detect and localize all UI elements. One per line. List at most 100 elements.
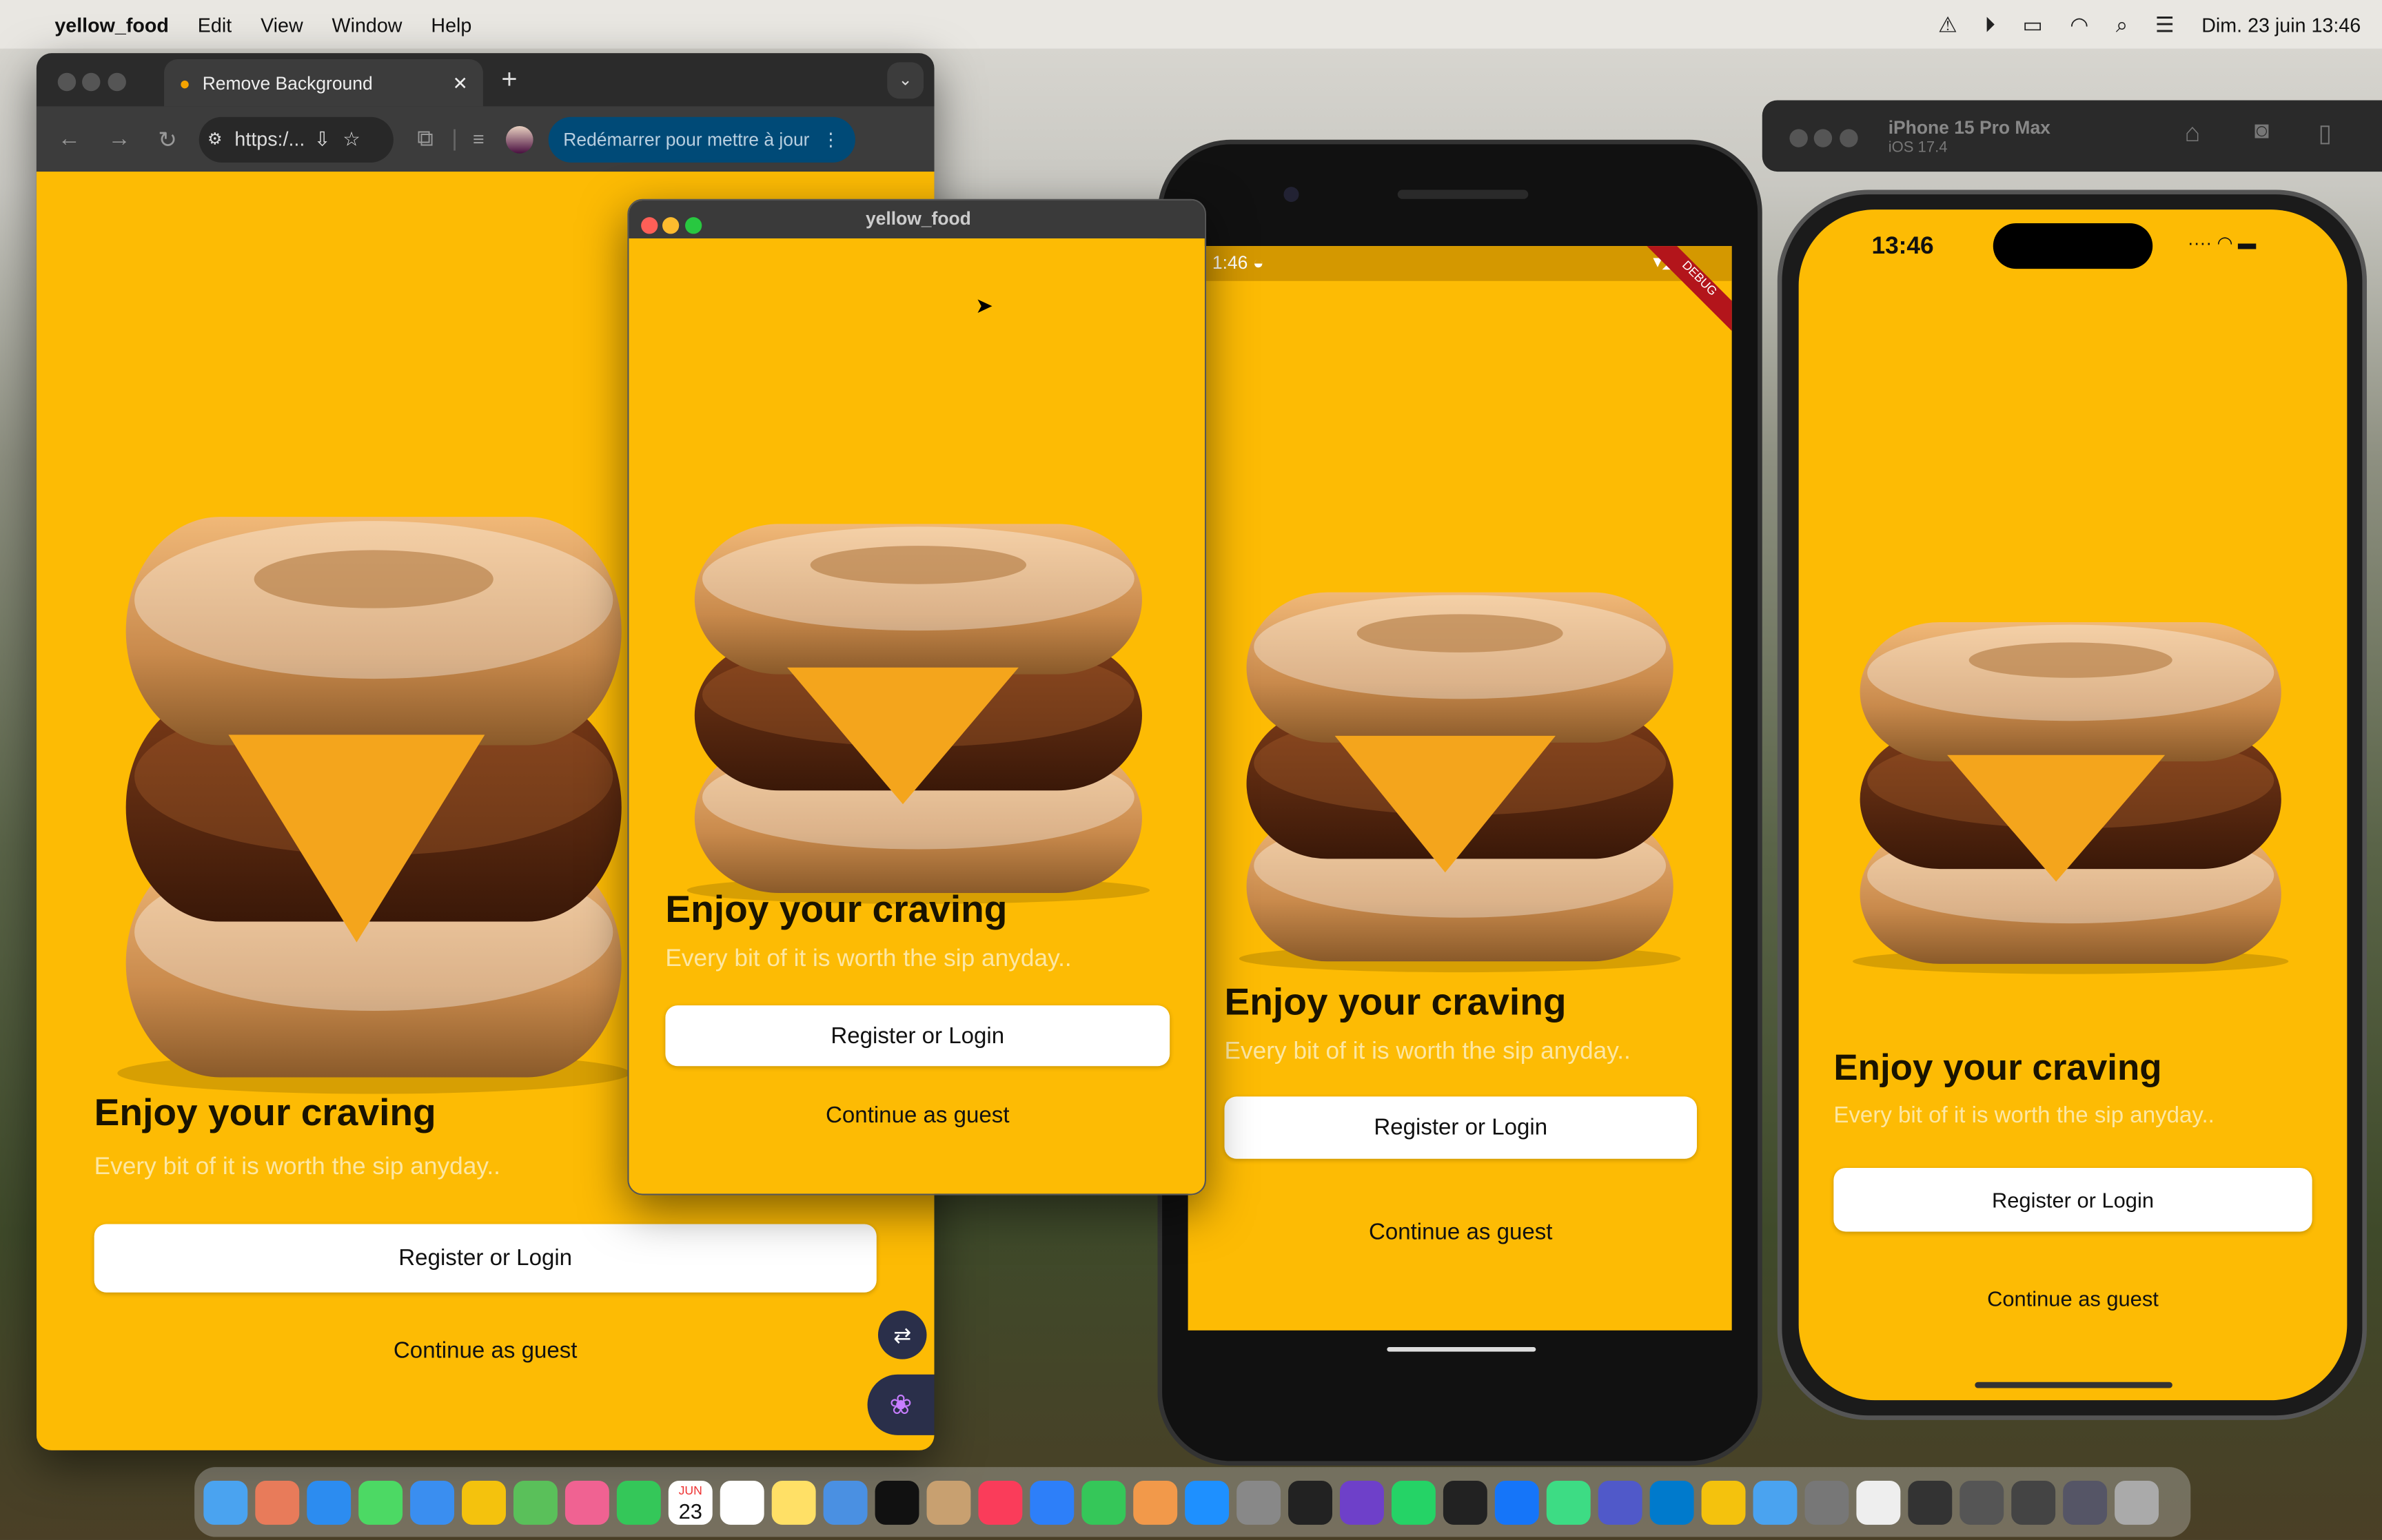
new-tab-icon[interactable]: + — [501, 64, 517, 96]
dock-pages-icon[interactable] — [1133, 1479, 1178, 1524]
more-icon[interactable]: ⋮ — [822, 128, 839, 150]
dock-window3-icon[interactable] — [2011, 1479, 2056, 1524]
dock-window1-icon[interactable] — [1908, 1479, 1953, 1524]
dock-apple-tv-icon[interactable] — [875, 1479, 919, 1524]
dock-launchpad-icon[interactable] — [255, 1479, 300, 1524]
dock-calendar-icon[interactable]: JUN 23 — [668, 1479, 713, 1524]
play-icon[interactable]: ⏵ — [1984, 12, 1995, 37]
menu-datetime[interactable]: Dim. 23 juin 13:46 — [2201, 13, 2361, 36]
battery-charging-icon[interactable]: ▭ — [2022, 12, 2042, 37]
restart-update-button[interactable]: Redémarrer pour mettre à jour ⋮ — [548, 116, 855, 162]
dock-keynote-icon[interactable] — [1030, 1479, 1075, 1524]
simulator-os-version: iOS 17.4 — [1888, 139, 1948, 157]
continue-guest-button[interactable]: Continue as guest — [665, 1102, 1170, 1128]
media-icon[interactable]: ≡ — [473, 127, 485, 150]
docker-icon[interactable]: ⚠ — [1938, 12, 1957, 37]
dock-notes-icon[interactable] — [771, 1479, 816, 1524]
dock-safari-icon[interactable] — [307, 1479, 352, 1524]
dock-app-store-icon[interactable] — [1185, 1479, 1230, 1524]
register-login-button[interactable]: Register or Login — [665, 1005, 1170, 1067]
bookmark-star-icon[interactable]: ☆ — [343, 127, 360, 151]
dock-window4-icon[interactable] — [2063, 1479, 2108, 1524]
dock-terminal-icon[interactable] — [1288, 1479, 1332, 1524]
site-settings-icon[interactable]: ⚙ — [207, 129, 223, 149]
dock-reminders-icon[interactable] — [720, 1479, 764, 1524]
dock-github-desktop-icon[interactable] — [1340, 1479, 1384, 1524]
close-tab-icon[interactable]: ✕ — [453, 72, 468, 94]
continue-guest-button[interactable]: Continue as guest — [1225, 1220, 1697, 1245]
brain-assistant-icon[interactable]: ❀ — [867, 1374, 935, 1435]
dock-xcode-icon[interactable] — [1494, 1479, 1539, 1524]
register-login-button[interactable]: Register or Login — [1224, 1096, 1697, 1159]
dock-chrome-icon[interactable] — [462, 1479, 506, 1524]
menu-window[interactable]: Window — [332, 13, 403, 36]
dock-numbers-icon[interactable] — [1081, 1479, 1126, 1524]
back-icon[interactable]: ← — [58, 126, 81, 152]
tab-remove-background[interactable]: ● Remove Background ✕ — [164, 59, 483, 107]
dock-android-studio-icon[interactable] — [1546, 1479, 1591, 1524]
menu-edit[interactable]: Edit — [198, 13, 232, 36]
rotate-icon[interactable]: ▯ — [2318, 119, 2331, 149]
control-center-icon[interactable]: ☰ — [2155, 12, 2175, 37]
dock-window2-icon[interactable] — [1959, 1479, 2004, 1524]
dock-mail-icon[interactable] — [410, 1479, 455, 1524]
dock-teams-icon[interactable] — [1598, 1479, 1642, 1524]
dock-document-icon[interactable] — [1856, 1479, 1901, 1524]
android-screen: 1:46 ◒ ▾◢▮ DEBUG Enjoy your craving Ever… — [1188, 246, 1732, 1331]
dock-downloads-icon[interactable] — [1753, 1479, 1798, 1524]
continue-guest-button[interactable]: Continue as guest — [94, 1338, 877, 1364]
heading: Enjoy your craving — [665, 888, 1008, 932]
dock-contacts-icon[interactable] — [926, 1479, 971, 1524]
extensions-icon[interactable]: ⧉ — [417, 126, 434, 152]
dock-help-icon[interactable] — [1804, 1479, 1849, 1524]
heading: Enjoy your craving — [1224, 981, 1567, 1024]
wifi-icon[interactable]: ◠ — [2070, 12, 2088, 37]
dock-vscode-icon[interactable] — [1649, 1479, 1694, 1524]
home-icon[interactable]: ⌂ — [2184, 119, 2200, 149]
tab-list-chevron-icon[interactable]: ⌄ — [887, 62, 924, 99]
dock-freeform-icon[interactable] — [823, 1479, 868, 1524]
window-title: yellow_food — [865, 207, 971, 229]
home-indicator[interactable] — [1975, 1382, 2172, 1388]
home-indicator[interactable] — [1387, 1347, 1536, 1352]
register-login-button[interactable]: Register or Login — [1833, 1167, 2312, 1232]
subtitle: Every bit of it is worth the sip anyday.… — [94, 1154, 500, 1180]
translate-icon[interactable]: ⇄ — [877, 1311, 927, 1359]
dock: JUN 23 — [194, 1467, 2191, 1537]
burger-image — [100, 475, 647, 1098]
forward-icon[interactable]: → — [108, 126, 130, 152]
dock-finder-icon[interactable] — [203, 1479, 248, 1524]
menu-app-name[interactable]: yellow_food — [54, 13, 169, 36]
reload-icon[interactable]: ↻ — [158, 125, 177, 152]
window-controls[interactable] — [57, 72, 126, 99]
window-controls[interactable] — [1789, 127, 1858, 155]
dock-whatsapp-icon[interactable] — [1391, 1479, 1436, 1524]
dock-trash-icon[interactable] — [2115, 1479, 2159, 1524]
dock-photos-icon[interactable] — [564, 1479, 609, 1524]
avatar[interactable] — [505, 125, 533, 153]
tab-title: Remove Background — [202, 72, 373, 94]
dock-flutter-app-icon[interactable] — [1701, 1479, 1746, 1524]
burger-image — [1225, 565, 1696, 975]
desktop-app-window: yellow_food ➤ Enjoy your craving Every b… — [627, 198, 1207, 1195]
menu-view[interactable]: View — [261, 13, 303, 36]
heading: Enjoy your craving — [1833, 1047, 2162, 1089]
dock-maps-icon[interactable] — [513, 1479, 558, 1524]
calendar-day: 23 — [678, 1498, 702, 1523]
url-text[interactable]: https:/... — [234, 127, 305, 150]
window-titlebar[interactable]: yellow_food — [629, 200, 1205, 239]
install-icon[interactable]: ⇩ — [314, 127, 331, 151]
dock-activity-monitor-icon[interactable] — [1443, 1479, 1487, 1524]
dock-music-icon[interactable] — [978, 1479, 1023, 1524]
address-bar[interactable]: ⚙ https:/... ⇩ ☆ — [198, 116, 393, 162]
screenshot-icon[interactable]: ◙ — [2254, 119, 2269, 146]
continue-guest-button[interactable]: Continue as guest — [1833, 1286, 2312, 1311]
dock-system-settings-icon[interactable] — [1236, 1479, 1281, 1524]
menu-help[interactable]: Help — [431, 13, 471, 36]
search-icon[interactable]: ⌕ — [2116, 12, 2128, 37]
dock-facetime-icon[interactable] — [616, 1479, 661, 1524]
dock-messages-icon[interactable] — [358, 1479, 403, 1524]
divider: | — [451, 125, 458, 152]
calendar-month: JUN — [678, 1483, 702, 1497]
register-login-button[interactable]: Register or Login — [94, 1224, 877, 1293]
